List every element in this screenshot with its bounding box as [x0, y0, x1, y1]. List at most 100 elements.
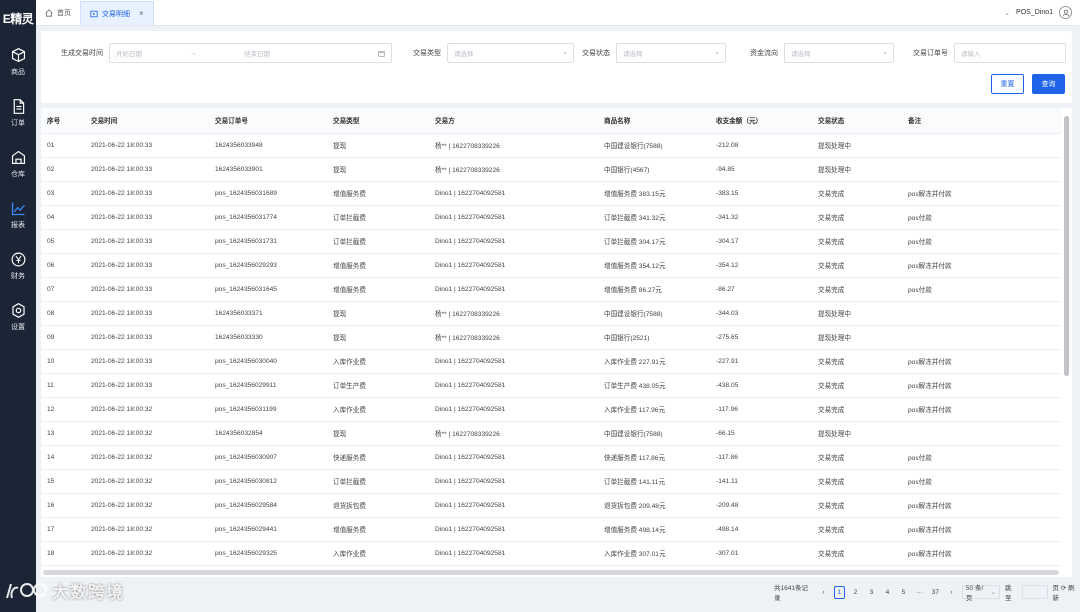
table-cell: 2021-06-22 18:00:33	[85, 133, 209, 158]
user-name[interactable]: POS_Dino1	[1016, 9, 1053, 16]
tab-home[interactable]: 首页	[36, 1, 80, 25]
date-range-picker[interactable]: 开始日期 → 结束日期	[109, 43, 392, 63]
page-2[interactable]: 2	[850, 586, 861, 599]
sidebar-item-4[interactable]: 财务	[0, 240, 36, 291]
table-cell: 增值服务费	[327, 253, 429, 278]
vertical-scrollbar[interactable]	[1064, 116, 1069, 376]
table-cell: 增值服务费	[327, 517, 429, 542]
total-records: 共1641条记录	[774, 585, 808, 602]
table-cell: 2021-06-22 18:00:32	[85, 469, 209, 494]
avatar[interactable]	[1059, 6, 1072, 19]
table-cell: pos解冻并付款	[902, 349, 1061, 374]
page-4[interactable]: 4	[882, 586, 893, 599]
table-cell: pos付款	[902, 205, 1061, 230]
page-5[interactable]: 5	[898, 586, 909, 599]
page-size-select[interactable]: 50 条/页 ⌄	[961, 585, 1000, 602]
table-cell: pos_1624356029325	[209, 541, 327, 566]
table-cell: 12	[41, 397, 85, 422]
table-cell: 1624356033948	[209, 133, 327, 158]
tab-transaction-detail[interactable]: 交易明细 ×	[80, 1, 154, 25]
table-cell: 1624356032854	[209, 421, 327, 446]
table-cell: 订单拦截费	[327, 205, 429, 230]
table-cell: 17	[41, 517, 85, 542]
table-cell: 2021-06-22 18:00:32	[85, 493, 209, 518]
table-row[interactable]: 13 2021-06-22 18:00:32 1624356032854 提现 杨** …	[41, 421, 1061, 446]
table-cell: 交易完成	[812, 277, 902, 302]
table-row[interactable]: 12 2021-06-22 18:00:32 pos_1624356031199 入库…	[41, 397, 1061, 422]
table-row[interactable]: 05 2021-06-22 18:00:33 pos_1624356031731 订单…	[41, 229, 1061, 254]
table-cell: -498.14	[710, 517, 812, 542]
table-row[interactable]: 08 2021-06-22 18:00:33 1624356033371 提现 杨** …	[41, 301, 1061, 326]
table-cell: 退货拆包费	[327, 493, 429, 518]
table-cell: -304.17	[710, 229, 812, 254]
table-cell: -209.48	[710, 493, 812, 518]
table-cell: 增值服务费	[327, 181, 429, 206]
type-label: 交易类型	[413, 50, 441, 57]
start-date-input[interactable]: 开始日期	[116, 48, 142, 58]
table-row[interactable]: 10 2021-06-22 18:00:33 pos_1624356030040 入库…	[41, 349, 1061, 374]
sidebar-item-label: 订单	[11, 119, 25, 127]
refresh-button[interactable]: 页 ⟳ 刷新	[1053, 582, 1080, 602]
table-cell: 入库作业费 307.01元	[598, 541, 710, 566]
table-row[interactable]: 04 2021-06-22 18:00:33 pos_1624356031774 订单…	[41, 205, 1061, 230]
table-cell: 退货拆包费 209.48元	[598, 493, 710, 518]
table-cell: 交易完成	[812, 181, 902, 206]
table-row[interactable]: 07 2021-06-22 18:00:33 pos_1624356031645 增值…	[41, 277, 1061, 302]
reset-button[interactable]: 重置	[991, 74, 1024, 94]
table-row[interactable]: 14 2021-06-22 18:00:32 pos_1624356030907 快递…	[41, 445, 1061, 470]
sidebar-item-5[interactable]: 设置	[0, 291, 36, 342]
chevron-down-icon[interactable]: ⌄	[1004, 9, 1010, 17]
page-ellipsis[interactable]: ···	[914, 586, 925, 599]
table-cell: Dino1 | 1622704092581	[429, 517, 598, 542]
table-cell: -86.27	[710, 277, 812, 302]
table-row[interactable]: 17 2021-06-22 18:00:32 pos_1624356029441 增值…	[41, 517, 1061, 542]
table-cell: 杨** | 1622708339226	[429, 421, 598, 446]
table-cell: 订单拦截费	[327, 469, 429, 494]
table-row[interactable]: 02 2021-06-22 18:00:33 1624356033901 提现 杨** …	[41, 157, 1061, 182]
sidebar-item-2[interactable]: 仓库	[0, 138, 36, 189]
table-cell: 增值服务费 383.15元	[598, 181, 710, 206]
table-cell: 中国建设银行(7588)	[598, 301, 710, 326]
table-cell: 提现处理中	[812, 325, 902, 350]
page-1[interactable]: 1	[833, 585, 845, 599]
sidebar-item-1[interactable]: 订单	[0, 87, 36, 138]
table-cell: 增值服务费 86.27元	[598, 277, 710, 302]
status-select[interactable]: 请选择 ⌄	[616, 43, 726, 63]
prev-page-button[interactable]: ‹	[818, 586, 829, 599]
table-row[interactable]: 15 2021-06-22 18:00:32 pos_1624356030812 订单…	[41, 469, 1061, 494]
next-page-button[interactable]: ›	[946, 586, 957, 599]
table-row[interactable]: 06 2021-06-22 18:00:33 pos_1624356029293 增值…	[41, 253, 1061, 278]
page-last[interactable]: 37	[930, 586, 941, 599]
sidebar-item-3[interactable]: 报表	[0, 189, 36, 240]
flow-select[interactable]: 请选择 ⌄	[784, 43, 894, 63]
end-date-input[interactable]: 结束日期	[244, 48, 270, 58]
table-row[interactable]: 09 2021-06-22 18:00:33 1624356033330 提现 杨** …	[41, 325, 1061, 350]
table-cell: pos解冻并付款	[902, 517, 1061, 542]
order-number-input[interactable]: 请输入	[954, 43, 1066, 63]
table-cell: pos_1624356029584	[209, 493, 327, 518]
query-button[interactable]: 查询	[1032, 74, 1065, 94]
jump-page-input[interactable]	[1022, 585, 1048, 599]
table-cell: Dino1 | 1622704092581	[429, 205, 598, 230]
table-cell: 订单生产费 438.05元	[598, 373, 710, 398]
table-row[interactable]: 16 2021-06-22 18:00:32 pos_1624356029584 退货…	[41, 493, 1061, 518]
sidebar-item-0[interactable]: 商品	[0, 36, 36, 87]
table-cell: 提现	[327, 133, 429, 158]
table-cell: Dino1 | 1622704092581	[429, 493, 598, 518]
table-cell: 入库作业费 117.96元	[598, 397, 710, 422]
table-row[interactable]: 11 2021-06-22 18:00:33 pos_1624356029911 订单…	[41, 373, 1061, 398]
close-icon[interactable]: ×	[139, 9, 144, 18]
table-row[interactable]: 03 2021-06-22 18:00:33 pos_1624356031689 增值…	[41, 181, 1061, 206]
column-header: 商品名称	[598, 108, 710, 134]
table-cell: 增值服务费 354.12元	[598, 253, 710, 278]
table-row[interactable]: 01 2021-06-22 18:00:33 1624356033948 提现 杨** …	[41, 133, 1061, 158]
horizontal-scrollbar[interactable]	[43, 570, 1059, 575]
table-row[interactable]: 18 2021-06-22 18:00:32 pos_1624356029325 入库…	[41, 541, 1061, 566]
table-cell: 提现	[327, 325, 429, 350]
table-cell: pos解冻并付款	[902, 181, 1061, 206]
calendar-icon	[378, 50, 385, 57]
type-select[interactable]: 请选择 ⌄	[447, 43, 574, 63]
table-cell: 交易完成	[812, 253, 902, 278]
page-3[interactable]: 3	[866, 586, 877, 599]
app-logo: E精灵	[2, 11, 34, 26]
